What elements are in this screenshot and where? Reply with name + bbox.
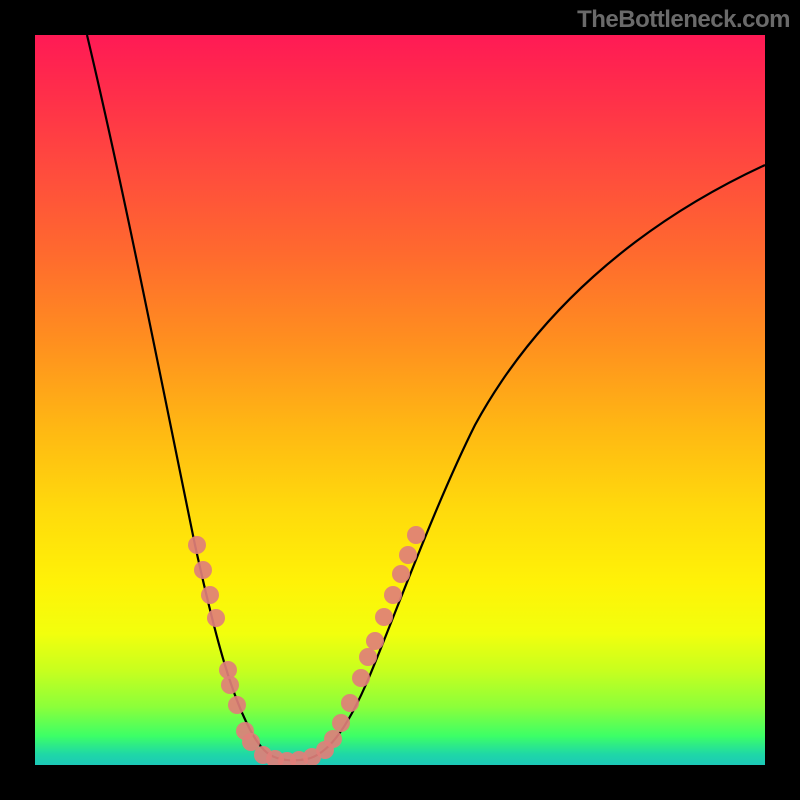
data-marker: [407, 526, 425, 544]
data-marker: [392, 565, 410, 583]
data-marker: [359, 648, 377, 666]
data-marker: [399, 546, 417, 564]
data-marker: [366, 632, 384, 650]
data-marker: [341, 694, 359, 712]
data-marker: [207, 609, 225, 627]
plot-area: [35, 35, 765, 765]
data-marker: [188, 536, 206, 554]
data-marker: [228, 696, 246, 714]
data-marker: [352, 669, 370, 687]
data-marker: [221, 676, 239, 694]
data-marker: [384, 586, 402, 604]
data-marker: [194, 561, 212, 579]
watermark-text: TheBottleneck.com: [577, 6, 790, 34]
data-marker: [375, 608, 393, 626]
outer-frame: TheBottleneck.com: [0, 0, 800, 800]
data-marker: [332, 714, 350, 732]
data-marker: [324, 730, 342, 748]
data-marker: [201, 586, 219, 604]
bottleneck-curve: [35, 35, 765, 765]
